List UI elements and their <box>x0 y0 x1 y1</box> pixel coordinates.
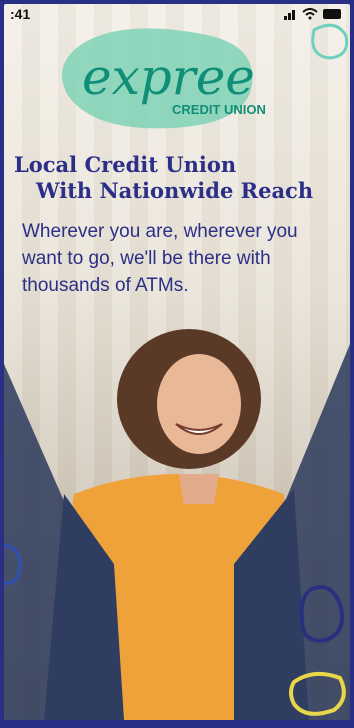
status-time: :41 <box>10 6 31 22</box>
wifi-icon <box>302 8 318 20</box>
decorative-teal-shape <box>311 23 349 60</box>
onboarding-screen: :41 expree CREDIT UNION Local Credit Uni… <box>4 4 350 720</box>
logo-wordmark: expree <box>82 48 255 106</box>
logo-tagline: CREDIT UNION <box>172 102 266 117</box>
decorative-navy-shape <box>299 585 345 643</box>
battery-icon <box>323 9 341 19</box>
expree-logo: expree CREDIT UNION <box>62 28 266 129</box>
signal-icon <box>284 10 295 20</box>
headline-line-1: Local Credit Union <box>14 152 237 177</box>
hero-headline: Local Credit Union With Nationwide Reach <box>14 152 350 204</box>
hero-photo-woman <box>4 329 350 720</box>
headline-line-2: With Nationwide Reach <box>36 178 314 203</box>
decorative-yellow-shape <box>289 671 346 716</box>
hero-body-text: Wherever you are, wherever you want to g… <box>22 221 298 296</box>
decorative-blue-shape-left <box>4 543 22 585</box>
status-bar: :41 <box>4 4 350 24</box>
